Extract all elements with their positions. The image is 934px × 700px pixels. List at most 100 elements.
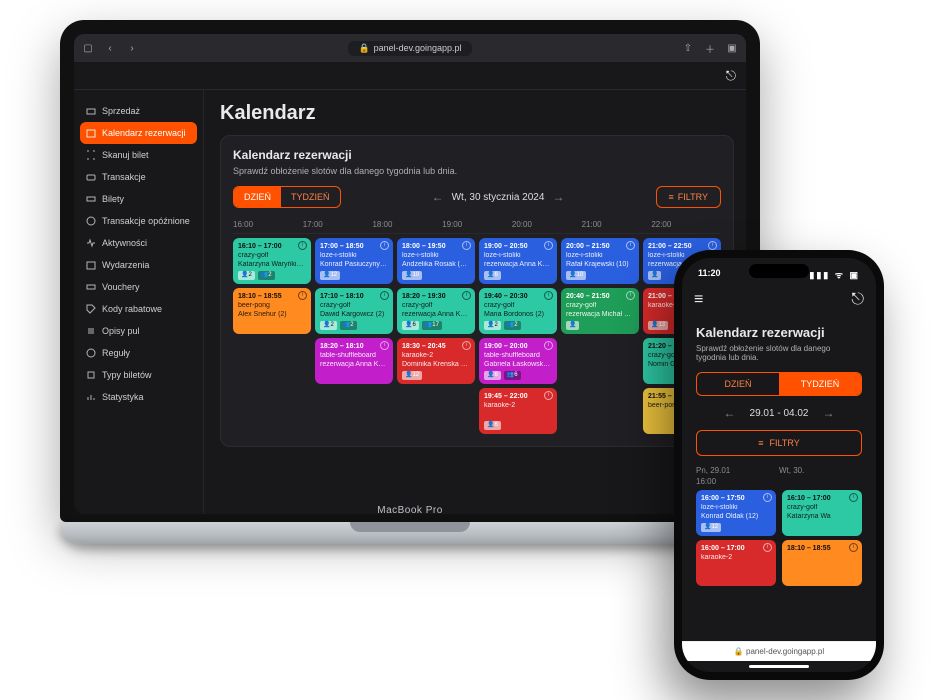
- info-icon[interactable]: i: [708, 241, 717, 250]
- sidebar-item-skanuj[interactable]: Skanuj bilet: [80, 144, 197, 166]
- sidebar-item-transakcje[interactable]: Transakcje: [80, 166, 197, 188]
- phone-seg-control: DZIEŃ TYDZIEŃ: [696, 372, 862, 396]
- reservation-card[interactable]: i18:20 – 18:10table-shuffleboardrezerwac…: [315, 338, 393, 384]
- reservation-card[interactable]: i16:00 – 17:00karaoke-2: [696, 540, 776, 586]
- reservation-card[interactable]: i18:00 – 19:50loze-i-stolikiAndżelika Ro…: [397, 238, 475, 284]
- sidebar-item-transakcje-op[interactable]: Transakcje opóźnione: [80, 210, 197, 232]
- reservation-card[interactable]: i18:30 – 20:45karaoke-2Dominika Krenska …: [397, 338, 475, 384]
- info-icon[interactable]: i: [380, 341, 389, 350]
- phone-prev-week[interactable]: ←: [724, 406, 736, 420]
- reservation-card[interactable]: i18:10 – 18:55beer-pongAlex Snehur (2): [233, 288, 311, 334]
- calendar-column: i17:00 – 18:50loze-i-stolikiKonrad Pasiu…: [315, 238, 393, 434]
- next-day-button[interactable]: →: [552, 190, 564, 204]
- prev-day-button[interactable]: ←: [432, 190, 444, 204]
- menu-icon[interactable]: ≡: [694, 291, 703, 309]
- info-icon[interactable]: i: [544, 391, 553, 400]
- event-time: 16:10 – 17:00: [238, 243, 306, 251]
- seg-day-button[interactable]: DZIEŃ: [234, 187, 281, 207]
- logout-icon[interactable]: ⎋: [726, 68, 736, 84]
- phone-grid[interactable]: i16:00 – 17:50loze-i-stolikiKonrad Oldak…: [696, 490, 862, 586]
- reservation-card[interactable]: i20:40 – 21:50crazy-golfrezerwacja Micha…: [561, 288, 639, 334]
- phone-home-indicator[interactable]: [749, 665, 809, 668]
- sidebar-item-typy[interactable]: Typy biletów: [80, 364, 197, 386]
- phone-next-week[interactable]: →: [822, 406, 834, 420]
- tabs-icon[interactable]: ▣: [724, 40, 740, 56]
- reservation-card[interactable]: i17:10 – 18:10crazy-golfDawid Kargowicz …: [315, 288, 393, 334]
- logout-icon[interactable]: ⎋: [851, 291, 864, 309]
- reservation-card[interactable]: i16:10 – 17:00crazy-golfKatarzyna Wa: [782, 490, 862, 536]
- time-header: 16:0017:0018:00 19:0020:0021:00 22:00: [233, 216, 721, 234]
- people-badge: 👤10: [566, 271, 586, 280]
- lock-icon: 🔒: [358, 43, 369, 54]
- sidebar-item-bilety[interactable]: Bilety: [80, 188, 197, 210]
- calendar-card: Kalendarz rezerwacji Sprawdź obłożenie s…: [220, 135, 734, 447]
- url-bar[interactable]: 🔒 panel-dev.goingapp.pl: [348, 41, 471, 56]
- event-icon: [86, 260, 96, 270]
- laptop-screen: ▢ ‹ › 🔒 panel-dev.goingapp.pl ⇧ ＋ ▣ ⎋: [74, 34, 746, 514]
- event-customer: Katarzyna Wa: [787, 513, 857, 521]
- phone-url-bar[interactable]: 🔒 panel-dev.goingapp.pl: [682, 641, 876, 661]
- calendar-grid[interactable]: i16:10 – 17:00crazy-golfKatarzyna Waryńk…: [233, 238, 721, 434]
- reservation-card[interactable]: i19:45 – 22:00karaoke-2👤6: [479, 388, 557, 434]
- info-icon[interactable]: i: [380, 241, 389, 250]
- info-icon[interactable]: i: [462, 291, 471, 300]
- seg-week-button[interactable]: TYDZIEŃ: [281, 187, 340, 207]
- info-icon[interactable]: i: [544, 341, 553, 350]
- reservation-card[interactable]: i16:00 – 17:50loze-i-stolikiKonrad Oldak…: [696, 490, 776, 536]
- info-icon[interactable]: i: [462, 241, 471, 250]
- filter-button[interactable]: ≡ FILTRY: [656, 186, 721, 208]
- sidebar-item-wydarzenia[interactable]: Wydarzenia: [80, 254, 197, 276]
- people-badge: 👤2: [238, 271, 255, 280]
- sidebar-item-kalendarz[interactable]: Kalendarz rezerwacji: [80, 122, 197, 144]
- info-icon[interactable]: i: [626, 291, 635, 300]
- info-icon[interactable]: i: [298, 291, 307, 300]
- stats-icon: [86, 392, 96, 402]
- info-icon[interactable]: i: [544, 291, 553, 300]
- reservation-card[interactable]: i19:00 – 20:50loze-i-stolikirezerwacja A…: [479, 238, 557, 284]
- laptop-deck: [60, 522, 760, 544]
- info-icon[interactable]: i: [626, 241, 635, 250]
- people-badge: 👤12: [701, 523, 721, 532]
- event-customer: Maria Bordonos (2): [484, 311, 552, 319]
- phone-seg-day[interactable]: DZIEŃ: [697, 373, 779, 395]
- sidebar-item-kody[interactable]: Kody rabatowe: [80, 298, 197, 320]
- new-tab-icon[interactable]: ＋: [702, 40, 718, 56]
- event-activity: loze-i-stoliki: [566, 252, 634, 260]
- sidebar-toggle-icon[interactable]: ▢: [80, 40, 96, 56]
- sidebar-item-sprzedaz[interactable]: Sprzedaż: [80, 100, 197, 122]
- phone-filter-button[interactable]: ≡ FILTRY: [696, 430, 862, 456]
- event-time: 18:30 – 20:45: [402, 343, 470, 351]
- reservation-card[interactable]: i19:40 – 20:30crazy-golfMaria Bordonos (…: [479, 288, 557, 334]
- sidebar-item-opisy[interactable]: Opisy pul: [80, 320, 197, 342]
- list-icon: [86, 326, 96, 336]
- info-icon[interactable]: i: [544, 241, 553, 250]
- reservation-card[interactable]: i20:00 – 21:50loze-i-stolikiRafał Krajew…: [561, 238, 639, 284]
- sidebar-item-aktywnosci[interactable]: Aktywności: [80, 232, 197, 254]
- info-icon[interactable]: i: [462, 341, 471, 350]
- activity-icon: [86, 238, 96, 248]
- info-icon[interactable]: i: [763, 543, 772, 552]
- back-button[interactable]: ‹: [102, 40, 118, 56]
- event-time: 16:10 – 17:00: [787, 495, 857, 503]
- info-icon[interactable]: i: [298, 241, 307, 250]
- sidebar-item-stats[interactable]: Statystyka: [80, 386, 197, 408]
- sidebar-item-reguly[interactable]: Reguły: [80, 342, 197, 364]
- reservation-card[interactable]: i18:20 – 19:30crazy-golfrezerwacja Anna …: [397, 288, 475, 334]
- info-icon[interactable]: i: [849, 493, 858, 502]
- reservation-card[interactable]: i19:00 – 20:00table-shuffleboardGabriela…: [479, 338, 557, 384]
- reservation-card[interactable]: i18:10 – 18:55: [782, 540, 862, 586]
- info-icon[interactable]: i: [380, 291, 389, 300]
- sidebar-item-vouchery[interactable]: Vouchery: [80, 276, 197, 298]
- reservation-card[interactable]: i17:00 – 18:50loze-i-stolikiKonrad Pasiu…: [315, 238, 393, 284]
- share-icon[interactable]: ⇧: [680, 40, 696, 56]
- dynamic-island: [749, 264, 809, 278]
- reservation-card[interactable]: i16:10 – 17:00crazy-golfKatarzyna Waryńk…: [233, 238, 311, 284]
- phone-seg-week[interactable]: TYDZIEŃ: [779, 373, 861, 395]
- forward-button[interactable]: ›: [124, 40, 140, 56]
- event-time: 20:40 – 21:50: [566, 293, 634, 301]
- info-icon[interactable]: i: [763, 493, 772, 502]
- event-customer: Konrad Oldak (12): [701, 513, 771, 521]
- event-customer: rezerwacja Michał Głuch: [566, 311, 634, 319]
- filter-icon: ≡: [669, 192, 674, 202]
- info-icon[interactable]: i: [849, 543, 858, 552]
